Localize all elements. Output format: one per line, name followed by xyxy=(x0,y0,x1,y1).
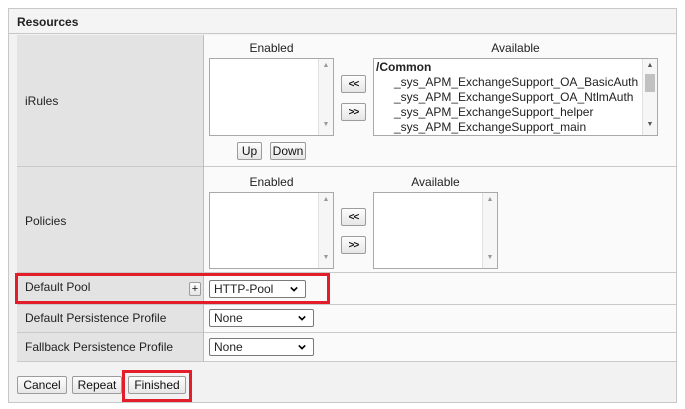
list-item[interactable]: _sys_APM_ExchangeSupport_main xyxy=(394,120,657,135)
finished-highlight xyxy=(122,370,192,402)
policies-move-right-button[interactable]: >> xyxy=(341,236,366,254)
policies-available-header: Available xyxy=(411,175,460,189)
policies-enabled-scrollbar[interactable]: ▲ ▼ xyxy=(318,193,333,268)
scroll-up-icon[interactable]: ▲ xyxy=(644,62,656,69)
section-title: Resources xyxy=(17,15,79,29)
irules-available-listbox[interactable]: /Common _sys_APM_ExchangeSupport_OA_Basi… xyxy=(373,58,658,136)
fallback-persistence-select[interactable]: None xyxy=(209,338,314,356)
irules-move-left-button[interactable]: << xyxy=(341,75,366,93)
irules-enabled-header: Enabled xyxy=(249,41,294,55)
policies-enabled-listbox[interactable]: ▲ ▼ xyxy=(209,192,334,269)
policies-available-scrollbar[interactable]: ▲ ▼ xyxy=(482,193,497,268)
move-up-button[interactable]: Up xyxy=(237,142,262,160)
list-item[interactable]: _sys_APM_ExchangeSupport_OA_BasicAuth xyxy=(394,75,657,90)
list-item-folder[interactable]: /Common xyxy=(376,60,657,75)
section-header xyxy=(9,9,676,34)
repeat-button[interactable]: Repeat xyxy=(72,376,122,394)
scroll-down-icon[interactable]: ▼ xyxy=(320,254,332,261)
scroll-down-icon[interactable]: ▼ xyxy=(320,121,332,128)
scroll-thumb[interactable] xyxy=(645,74,655,92)
irules-enabled-scrollbar[interactable]: ▲ ▼ xyxy=(318,59,333,135)
scroll-up-icon[interactable]: ▲ xyxy=(484,196,496,203)
irules-label: iRules xyxy=(25,94,59,108)
list-item[interactable]: _sys_APM_ExchangeSupport_helper xyxy=(394,105,657,120)
scroll-up-icon[interactable]: ▲ xyxy=(320,196,332,203)
chevron-down-icon xyxy=(298,344,306,350)
policies-enabled-header: Enabled xyxy=(249,175,294,189)
irules-move-right-button[interactable]: >> xyxy=(341,103,366,121)
fallback-persistence-value: None xyxy=(214,340,243,354)
default-persistence-value: None xyxy=(214,311,243,325)
scroll-up-icon[interactable]: ▲ xyxy=(320,62,332,69)
irules-available-scrollbar[interactable]: ▲ ▼ xyxy=(642,59,657,135)
cancel-button[interactable]: Cancel xyxy=(17,376,67,394)
policies-move-left-button[interactable]: << xyxy=(341,208,366,226)
scroll-down-icon[interactable]: ▼ xyxy=(644,121,656,128)
policies-available-listbox[interactable]: ▲ ▼ xyxy=(373,192,498,269)
default-persistence-label: Default Persistence Profile xyxy=(25,311,167,325)
default-pool-highlight xyxy=(15,273,330,304)
default-persistence-select[interactable]: None xyxy=(209,309,314,327)
list-item[interactable]: _sys_APM_ExchangeSupport_OA_NtlmAuth xyxy=(394,90,657,105)
irules-available-header: Available xyxy=(491,41,540,55)
fallback-persistence-label: Fallback Persistence Profile xyxy=(25,340,174,354)
chevron-down-icon xyxy=(298,315,306,321)
policies-label: Policies xyxy=(25,214,67,228)
move-down-button[interactable]: Down xyxy=(270,142,306,160)
scroll-down-icon[interactable]: ▼ xyxy=(484,254,496,261)
irules-enabled-listbox[interactable]: ▲ ▼ xyxy=(209,58,334,136)
